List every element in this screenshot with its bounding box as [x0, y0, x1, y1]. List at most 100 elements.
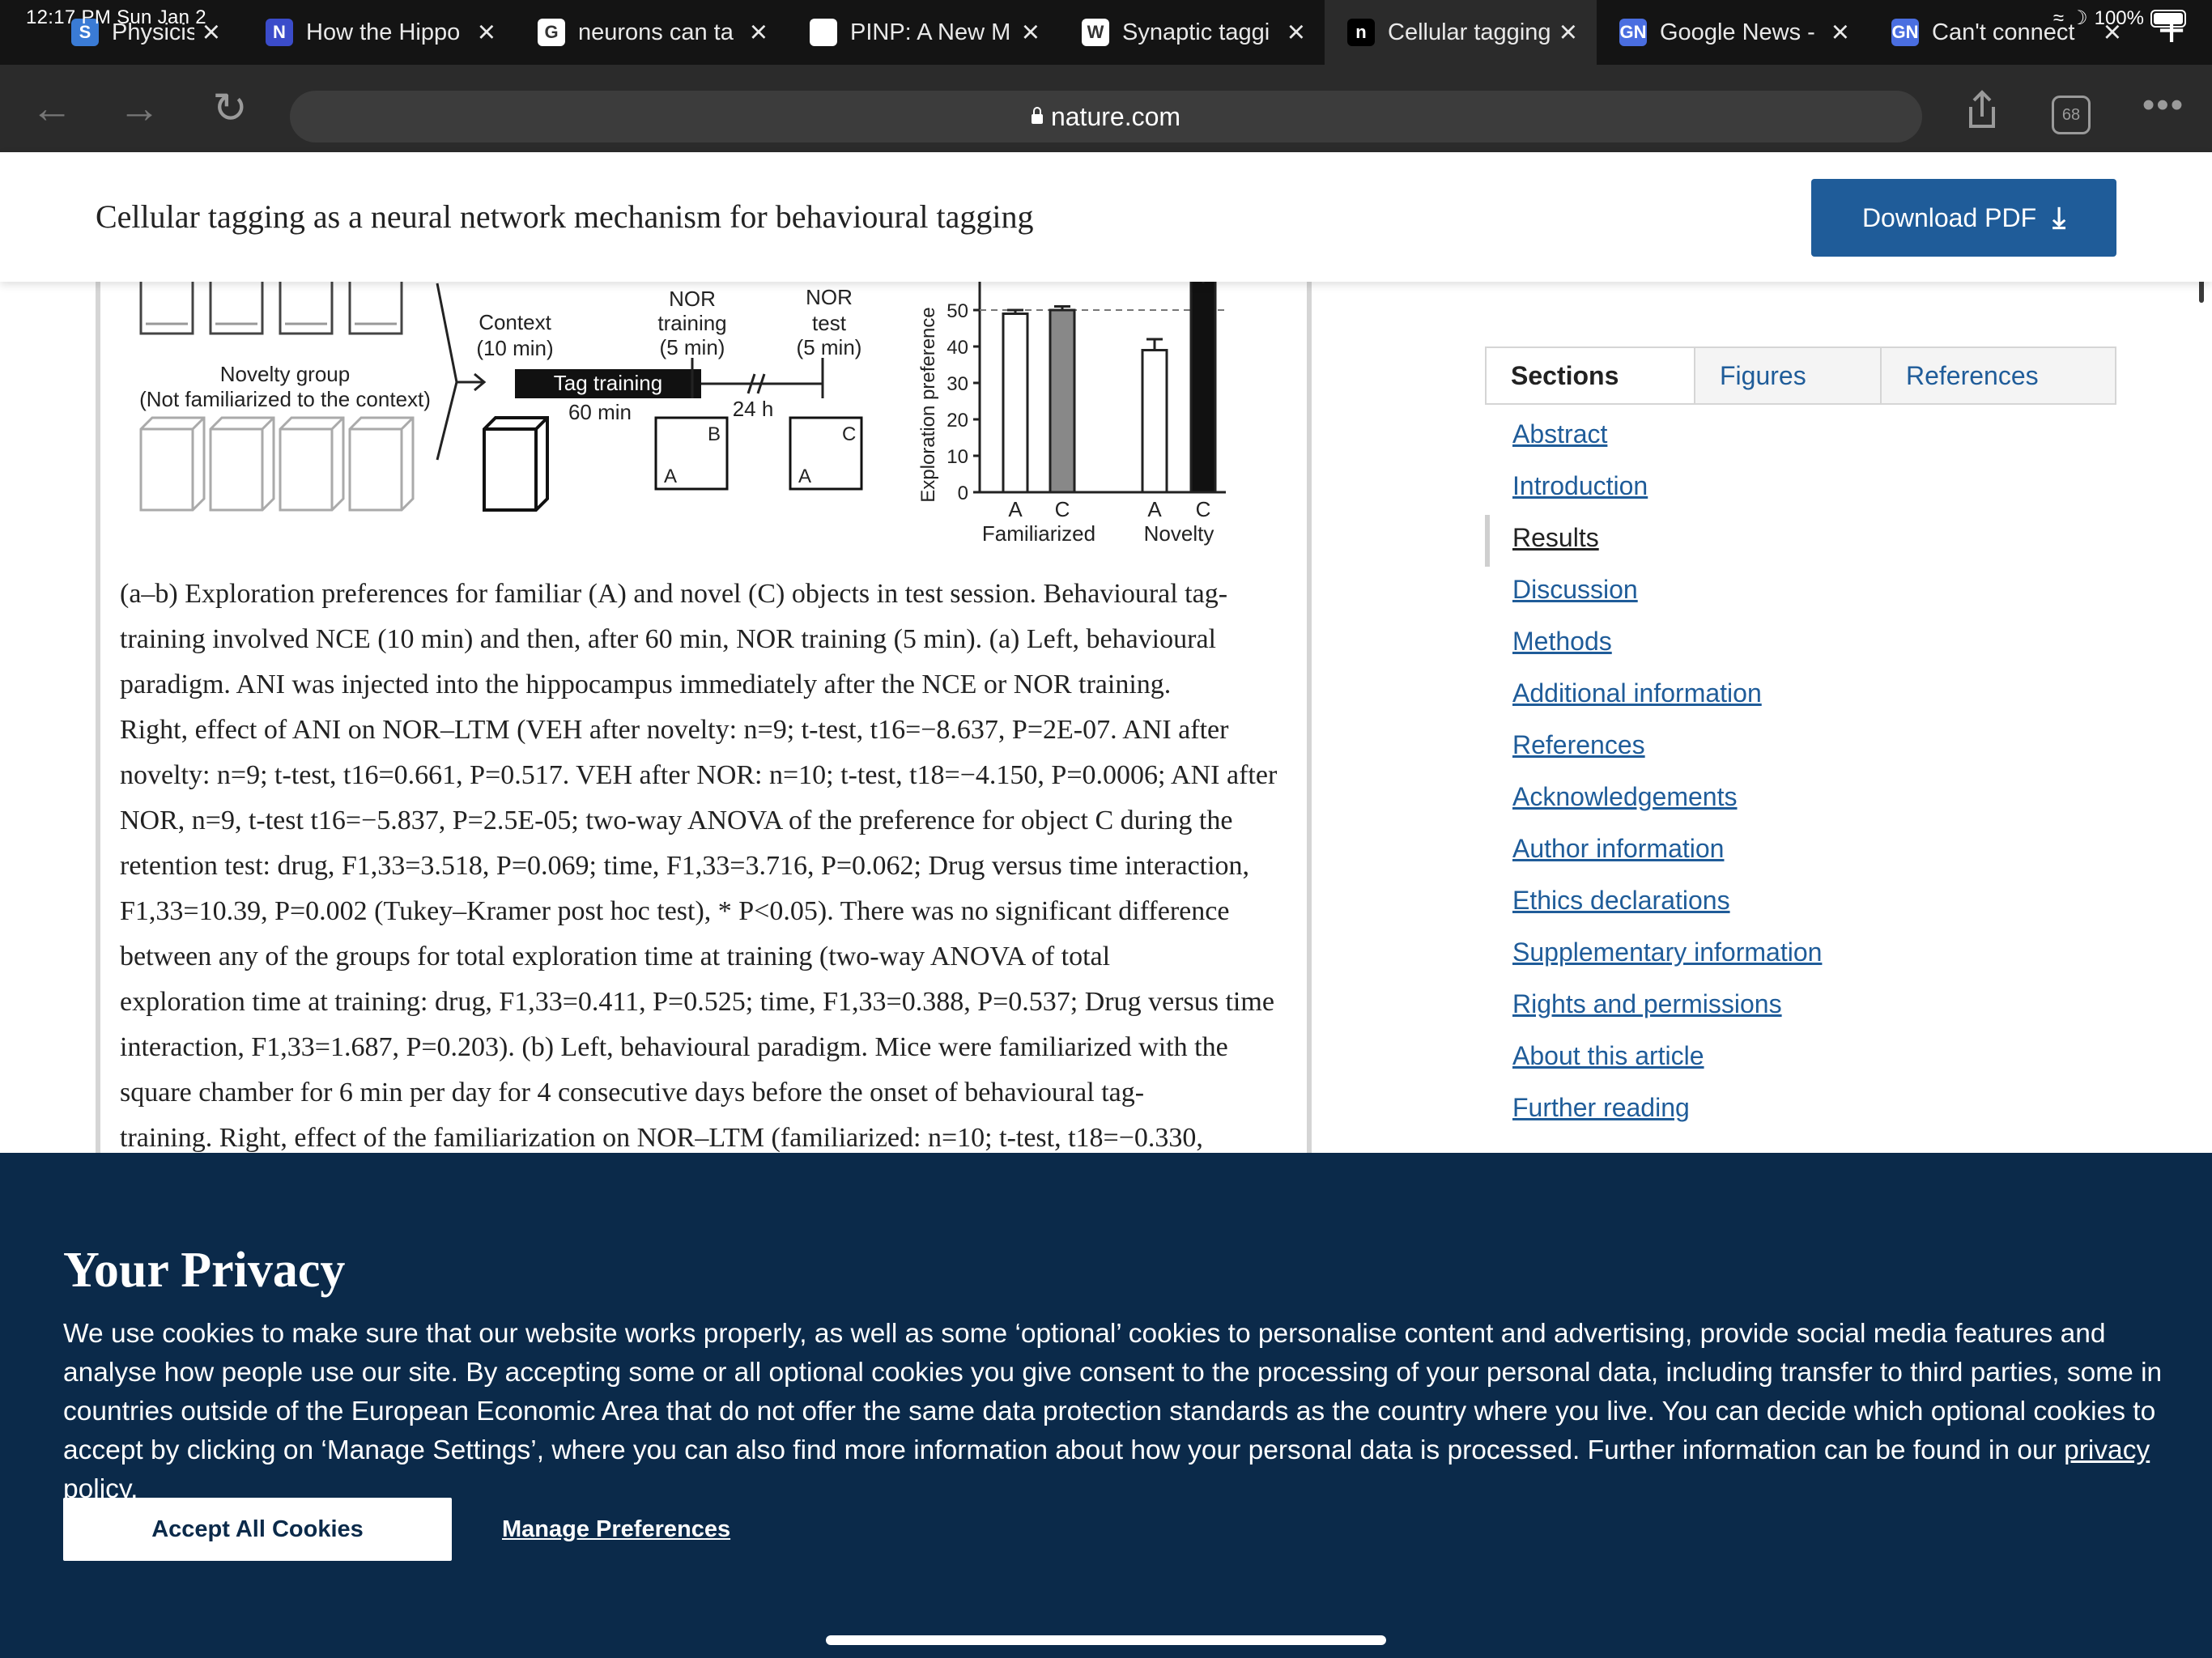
error-bar [1146, 338, 1163, 351]
url-text: nature.com [1050, 101, 1181, 131]
tab-title: PINP: A New M [850, 19, 1011, 45]
close-tab-icon[interactable]: × [1559, 17, 1577, 48]
caption-line: square chamber for 6 min per day for 4 c… [120, 1078, 1145, 1107]
tab-title: How the Hippo [306, 19, 461, 45]
accept-all-cookies-button[interactable]: Accept All Cookies [63, 1498, 452, 1561]
status-time: 12:17 PM Sun Jan 2 [26, 6, 206, 28]
caption-line: exploration time at training: drug, F1,3… [120, 987, 1274, 1017]
nor-test-time: (5 min) [797, 335, 862, 359]
tab-favicon-icon: GN [1619, 19, 1647, 46]
tab-favicon-icon: GN [1891, 19, 1919, 46]
y-tick-label: 0 [958, 483, 968, 504]
close-tab-icon[interactable]: × [478, 17, 496, 48]
browser-tab[interactable]: PINP: A New M × [787, 0, 1059, 65]
more-icon[interactable]: ••• [2138, 83, 2189, 134]
battery-percent: 100% [2094, 6, 2144, 29]
caption-line: paradigm. ANI was injected into the hipp… [120, 670, 1172, 699]
x-group-label: Familiarized [982, 521, 1095, 546]
bar-chart: 01020304050A C A CFamiliarized Novelty [946, 275, 1226, 546]
tab-count-button[interactable]: 68 [2052, 96, 2091, 134]
privacy-body: We use cookies to make sure that our web… [63, 1319, 2163, 1465]
sidebar-tabs: Sections Figures References [1485, 346, 2116, 405]
bar [1049, 308, 1076, 494]
privacy-text: We use cookies to make sure that our web… [63, 1315, 2168, 1509]
battery-icon [2150, 9, 2186, 28]
sidebar-link-additional-information[interactable]: Additional information [1485, 670, 2116, 722]
sidebar-link-further-reading[interactable]: Further reading [1485, 1085, 2116, 1137]
object-a-label: A [664, 466, 677, 487]
sidebar-link-rights-and-permissions[interactable]: Rights and permissions [1485, 981, 2116, 1033]
status-indicators: ≈ ☽ 100% [2053, 6, 2186, 30]
sidebar-link-results[interactable]: Results [1485, 515, 2116, 567]
forward-arrow-icon[interactable]: → [113, 83, 165, 134]
tab-bar: 12:17 PM Sun Jan 2 ≈ ☽ 100% SPhysicists … [0, 0, 2212, 65]
close-tab-icon[interactable]: × [750, 17, 768, 48]
x-category-label: A [1008, 497, 1023, 521]
novelty-note-label: (Not familiarized to the context) [139, 387, 431, 411]
wifi-icon: ≈ [2052, 6, 2065, 29]
sidebar-link-discussion[interactable]: Discussion [1485, 567, 2116, 619]
sidebar-link-about-this-article[interactable]: About this article [1485, 1033, 2116, 1085]
caption-line: training involved NCE (10 min) and then,… [120, 624, 1216, 654]
close-tab-icon[interactable]: × [1831, 17, 1849, 48]
tab-title: Synaptic taggi [1122, 19, 1270, 45]
tab-title: neurons can ta [578, 19, 734, 45]
sidebar-link-introduction[interactable]: Introduction [1485, 463, 2116, 515]
sidebar-link-author-information[interactable]: Author information [1485, 826, 2116, 878]
x-category-label: A [1147, 497, 1162, 521]
tab-favicon-icon: W [1082, 19, 1109, 46]
close-tab-icon[interactable]: × [1287, 17, 1305, 48]
twenty-four-h-label: 24 h [733, 397, 774, 421]
familiarization-boxes [139, 275, 403, 335]
x-category-label: C [1055, 497, 1070, 521]
y-tick-label: 30 [946, 373, 968, 395]
novelty-group-boxes [139, 416, 415, 512]
caption-line: between any of the groups for total expl… [120, 942, 1111, 971]
browser-tab[interactable]: GN Google News - × [1597, 0, 1869, 65]
reload-icon[interactable]: ↻ [204, 83, 256, 134]
nor-training-label: NOR [669, 287, 716, 311]
sidebar-link-acknowledgements[interactable]: Acknowledgements [1485, 774, 2116, 826]
context-chamber [483, 416, 549, 512]
caption-line: F1,33=10.39, P=0.002 (Tukey–Kramer post … [120, 896, 1230, 926]
tab-favicon-icon [810, 19, 837, 46]
browser-toolbar: ← → ↻ nature.com 68 ••• [0, 65, 2212, 152]
novelty-group-label: Novelty group [220, 362, 350, 386]
article-sidebar: Sections Figures References Abstract Intr… [1485, 346, 2116, 1137]
tab-references[interactable]: References [1880, 348, 2115, 403]
caption-line: Right, effect of ANI on NOR–LTM (VEH aft… [120, 715, 1229, 745]
back-arrow-icon[interactable]: ← [26, 83, 78, 134]
tab-favicon-icon: G [538, 19, 565, 46]
manage-preferences-button[interactable]: Manage Preferences [502, 1498, 730, 1561]
caption-line: interaction, F1,33=1.687, P=0.203). (b) … [120, 1032, 1228, 1062]
tab-sections[interactable]: Sections [1487, 348, 1694, 403]
sidebar-section-links: Abstract Introduction Results Discussion Met… [1485, 411, 2116, 1137]
figure-image[interactable]: Novelty group (Not familiarized to the c… [100, 275, 1266, 567]
tab-favicon-icon: N [266, 19, 293, 46]
object-a-test-label: A [798, 466, 811, 487]
group-brace [436, 283, 458, 461]
context-time-label: (10 min) [476, 336, 553, 360]
sidebar-link-references[interactable]: References [1485, 722, 2116, 774]
tab-figures[interactable]: Figures [1694, 348, 1880, 403]
sidebar-link-supplementary-information[interactable]: Supplementary information [1485, 929, 2116, 981]
browser-tab[interactable]: Gneurons can ta × [515, 0, 787, 65]
sidebar-link-ethics-declarations[interactable]: Ethics declarations [1485, 878, 2116, 929]
sidebar-link-abstract[interactable]: Abstract [1485, 411, 2116, 463]
browser-tab[interactable]: N How the Hippo × [243, 0, 515, 65]
sidebar-link-methods[interactable]: Methods [1485, 619, 2116, 670]
bar [1002, 312, 1029, 494]
tab-title: Cellular tagging [1388, 19, 1551, 45]
home-indicator[interactable] [826, 1635, 1386, 1645]
download-pdf-label: Download PDF [1861, 202, 2037, 232]
download-pdf-button[interactable]: Download PDF ⤓ [1811, 179, 2116, 257]
browser-tab[interactable]: W Synaptic taggi × [1059, 0, 1325, 65]
address-bar[interactable]: nature.com [290, 91, 1922, 142]
context-label: Context [479, 310, 551, 334]
close-tab-icon[interactable]: × [1022, 17, 1040, 48]
caption-line: retention test: drug, F1,33=3.518, P=0.0… [120, 851, 1250, 881]
tag-training-label: Tag training [554, 371, 662, 395]
y-tick-label: 50 [946, 300, 968, 322]
browser-tab[interactable]: n Cellular tagging × [1325, 0, 1597, 65]
share-icon[interactable] [1959, 87, 2005, 133]
